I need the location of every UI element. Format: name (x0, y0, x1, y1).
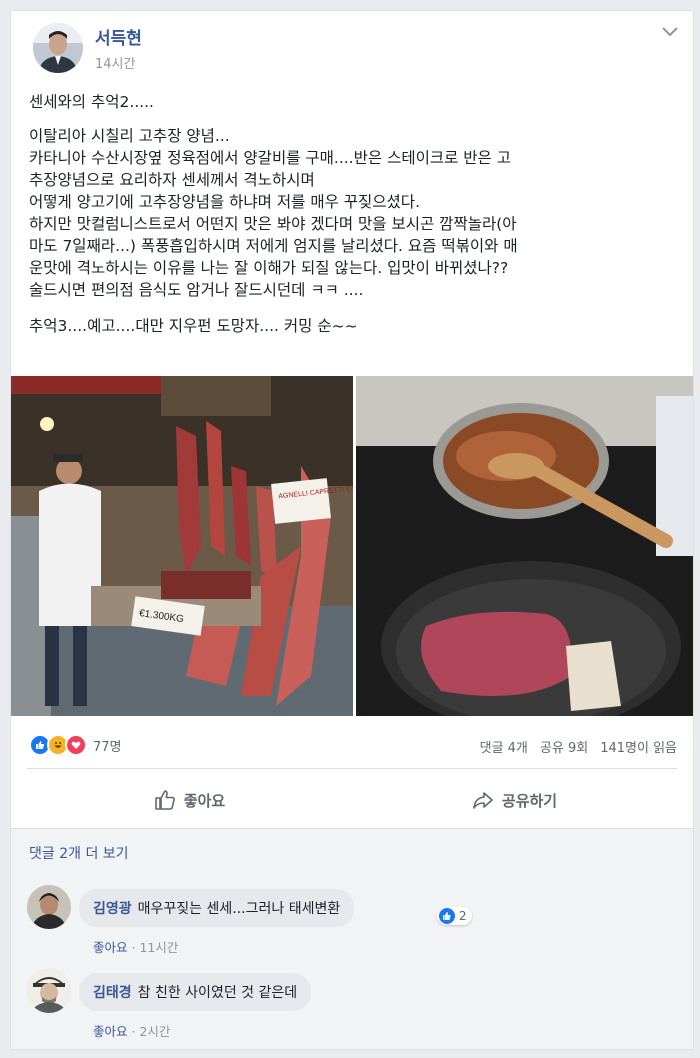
post-line: 이탈리아 시칠리 고추장 양념... (29, 127, 230, 145)
photo-butcher-shop[interactable]: AGNELLI CAPRETTI €7.00/KG €1.300KG (11, 376, 353, 716)
post-paragraph: 추억3....예고....대만 지우펀 도망자.... 커밍 순~~ (29, 317, 358, 335)
post-line: 하지만 맛컬럼니스트로서 어떤지 맛은 봐야 겠다며 맛을 보시곤 깜짝놀라(아 (29, 215, 517, 233)
commenter-name[interactable]: 김태경 (93, 985, 132, 1001)
photo-cooking[interactable] (356, 376, 693, 716)
comment-text: 매우꾸짖는 센세...그러나 태세변환 (137, 901, 341, 917)
commenter-name[interactable]: 김영광 (93, 901, 132, 917)
post-timestamp[interactable]: 14시간 (95, 53, 135, 72)
like-button[interactable]: 좋아요 (27, 778, 352, 822)
reactions-count: 77명 (93, 739, 122, 755)
comment-time[interactable]: 2시간 (139, 1024, 170, 1039)
commenter-avatar[interactable] (27, 969, 71, 1013)
comment-time[interactable]: 11시간 (139, 940, 178, 955)
author-name[interactable]: 서득현 (95, 24, 142, 49)
comments-section: 댓글 2개 더 보기 김영광 매우꾸짖는 센세...그러나 태세변환 2 좋아요… (11, 828, 693, 1049)
comment-bubble: 김태경 참 친한 사이였던 것 같은데 (79, 973, 312, 1011)
thumbs-up-icon (154, 790, 175, 810)
comment-bubble: 김영광 매우꾸짖는 센세...그러나 태세변환 (79, 889, 355, 927)
view-more-comments-link[interactable]: 댓글 2개 더 보기 (29, 843, 129, 863)
post-card: 서득현 14시간 센세와의 추억2..... 이탈리아 시칠리 고추장 양념..… (10, 10, 694, 1050)
share-arrow-icon (473, 792, 493, 809)
post-line: 운맛에 격노하시는 이유를 나는 잘 이해가 되질 않는다. 입맛이 바뀌셨나?… (29, 259, 509, 277)
author-avatar[interactable] (33, 23, 83, 73)
post-actions: 좋아요 공유하기 (27, 778, 677, 822)
comment-like-link[interactable]: 좋아요 (93, 940, 128, 955)
post-line: 추장양념으로 요리하자 센세께서 격노하시며 (29, 171, 315, 189)
post-line: 술드시면 편의점 음식도 암거나 잘드시던데 ㅋㅋ .... (29, 281, 364, 299)
like-button-label: 좋아요 (183, 791, 226, 810)
share-button-label: 공유하기 (501, 791, 558, 810)
share-button[interactable]: 공유하기 (352, 778, 677, 822)
chevron-down-icon[interactable] (661, 25, 679, 37)
reactions-summary[interactable]: 77명 (29, 734, 122, 756)
commenter-avatar[interactable] (27, 885, 71, 929)
comment-like-link[interactable]: 좋아요 (93, 1024, 128, 1039)
post-line: 어떻게 양고기에 고추장양념을 하냐며 저를 매우 꾸짖으셨다. (29, 193, 420, 211)
post-paragraph: 센세와의 추억2..... (29, 93, 154, 111)
post-line: 카타니아 수산시장옆 정육점에서 양갈비를 구매....반은 스테이크로 반은 … (29, 149, 511, 167)
seen-count[interactable]: 141명이 읽음 (600, 737, 677, 756)
comments-count-link[interactable]: 댓글 4개 (480, 737, 528, 756)
comment-meta: 좋아요 · 2시간 (93, 1021, 170, 1040)
shares-count-link[interactable]: 공유 9회 (540, 737, 588, 756)
comment-meta: 좋아요 · 11시간 (93, 937, 178, 956)
like-reaction-icon (439, 908, 455, 924)
post-stats: 댓글 4개 공유 9회 141명이 읽음 (480, 737, 677, 756)
comment-like-badge[interactable]: 2 (437, 907, 472, 925)
comment-text: 참 친한 사이였던 것 같은데 (137, 985, 298, 1001)
divider (27, 768, 677, 769)
post-line: 마도 7일째라...) 폭풍흡입하시며 저에게 엄지를 날리셨다. 요즘 떡볶이… (29, 237, 518, 255)
post-body: 센세와의 추억2..... 이탈리아 시칠리 고추장 양념... 카타니아 수산… (29, 91, 689, 337)
comment-like-count: 2 (459, 909, 467, 923)
love-reaction-icon (65, 734, 87, 756)
